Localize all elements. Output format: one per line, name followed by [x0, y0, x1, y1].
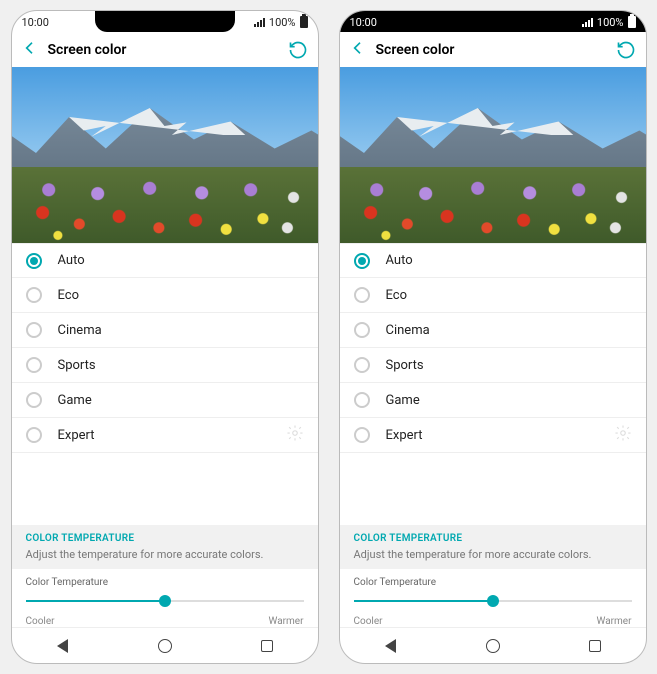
- nav-back-button[interactable]: [371, 632, 411, 660]
- battery-percent: 100%: [269, 16, 296, 29]
- slider-label: Color Temperature: [354, 577, 632, 588]
- mode-row-auto[interactable]: Auto: [340, 243, 646, 278]
- mode-label: Auto: [58, 253, 85, 268]
- system-navbar: [340, 627, 646, 663]
- nav-back-button[interactable]: [43, 632, 83, 660]
- color-temp-desc: Adjust the temperature for more accurate…: [340, 546, 646, 569]
- back-arrow-icon[interactable]: [22, 40, 38, 60]
- mode-label: Game: [58, 393, 92, 408]
- mode-label: Sports: [58, 358, 96, 373]
- preview-image: [12, 67, 318, 243]
- system-navbar: [12, 627, 318, 663]
- color-temp-heading: COLOR TEMPERATURE: [340, 525, 646, 546]
- status-time: 10:00: [22, 16, 49, 29]
- radio-icon[interactable]: [26, 392, 42, 408]
- radio-icon[interactable]: [354, 357, 370, 373]
- nav-home-button[interactable]: [145, 632, 185, 660]
- warmer-label: Warmer: [269, 616, 304, 627]
- radio-icon[interactable]: [354, 322, 370, 338]
- slider-end-labels: Cooler Warmer: [340, 612, 646, 627]
- radio-icon[interactable]: [26, 427, 42, 443]
- page-title: Screen color: [376, 42, 606, 58]
- mode-row-game[interactable]: Game: [12, 383, 318, 418]
- status-right: 100%: [254, 16, 308, 29]
- mode-row-auto[interactable]: Auto: [12, 243, 318, 278]
- mode-row-eco[interactable]: Eco: [12, 278, 318, 313]
- mode-row-cinema[interactable]: Cinema: [12, 313, 318, 348]
- signal-icon: [582, 18, 593, 27]
- mode-label: Auto: [386, 253, 413, 268]
- gear-icon[interactable]: [614, 424, 632, 446]
- status-bar: 10:00 100%: [340, 11, 646, 33]
- reset-icon[interactable]: [616, 40, 636, 60]
- mode-row-expert[interactable]: Expert: [12, 418, 318, 453]
- cooler-label: Cooler: [354, 616, 383, 627]
- reset-icon[interactable]: [288, 40, 308, 60]
- radio-icon[interactable]: [26, 287, 42, 303]
- radio-icon[interactable]: [26, 322, 42, 338]
- back-arrow-icon[interactable]: [350, 40, 366, 60]
- status-right: 100%: [582, 16, 636, 29]
- mode-label: Game: [386, 393, 420, 408]
- phone-right: 10:00 100% Screen color Auto Eco Cinema Spo…: [339, 10, 647, 664]
- mode-label: Expert: [58, 428, 95, 443]
- mode-list: Auto Eco Cinema Sports Game Expert: [12, 243, 318, 525]
- color-temp-slider-block: Color Temperature: [12, 569, 318, 612]
- mode-row-sports[interactable]: Sports: [340, 348, 646, 383]
- color-temp-heading: COLOR TEMPERATURE: [12, 525, 318, 546]
- slider-label: Color Temperature: [26, 577, 304, 588]
- radio-icon[interactable]: [26, 357, 42, 373]
- radio-icon[interactable]: [354, 392, 370, 408]
- mode-row-cinema[interactable]: Cinema: [340, 313, 646, 348]
- phone-left: 10:00 100% Screen color Auto Eco Cinema Spo…: [11, 10, 319, 664]
- signal-icon: [254, 18, 265, 27]
- mode-row-sports[interactable]: Sports: [12, 348, 318, 383]
- gear-icon[interactable]: [286, 424, 304, 446]
- nav-home-button[interactable]: [473, 632, 513, 660]
- color-temp-slider[interactable]: [354, 594, 632, 608]
- color-temp-slider[interactable]: [26, 594, 304, 608]
- page-title: Screen color: [48, 42, 278, 58]
- warmer-label: Warmer: [597, 616, 632, 627]
- mode-label: Cinema: [386, 323, 430, 338]
- nav-recent-button[interactable]: [575, 632, 615, 660]
- color-temp-desc: Adjust the temperature for more accurate…: [12, 546, 318, 569]
- preview-image: [340, 67, 646, 243]
- battery-icon: [300, 16, 308, 28]
- cooler-label: Cooler: [26, 616, 55, 627]
- app-header: Screen color: [12, 33, 318, 67]
- mode-list: Auto Eco Cinema Sports Game Expert: [340, 243, 646, 525]
- mode-label: Expert: [386, 428, 423, 443]
- status-time: 10:00: [350, 16, 377, 29]
- status-bar: 10:00 100%: [12, 11, 318, 33]
- color-temp-slider-block: Color Temperature: [340, 569, 646, 612]
- slider-end-labels: Cooler Warmer: [12, 612, 318, 627]
- battery-icon: [628, 16, 636, 28]
- app-header: Screen color: [340, 33, 646, 67]
- mode-row-eco[interactable]: Eco: [340, 278, 646, 313]
- mode-label: Sports: [386, 358, 424, 373]
- radio-icon[interactable]: [354, 253, 370, 269]
- mode-row-expert[interactable]: Expert: [340, 418, 646, 453]
- battery-percent: 100%: [597, 16, 624, 29]
- mode-label: Eco: [386, 288, 408, 303]
- mode-row-game[interactable]: Game: [340, 383, 646, 418]
- nav-recent-button[interactable]: [247, 632, 287, 660]
- radio-icon[interactable]: [26, 253, 42, 269]
- radio-icon[interactable]: [354, 427, 370, 443]
- radio-icon[interactable]: [354, 287, 370, 303]
- mode-label: Cinema: [58, 323, 102, 338]
- mode-label: Eco: [58, 288, 80, 303]
